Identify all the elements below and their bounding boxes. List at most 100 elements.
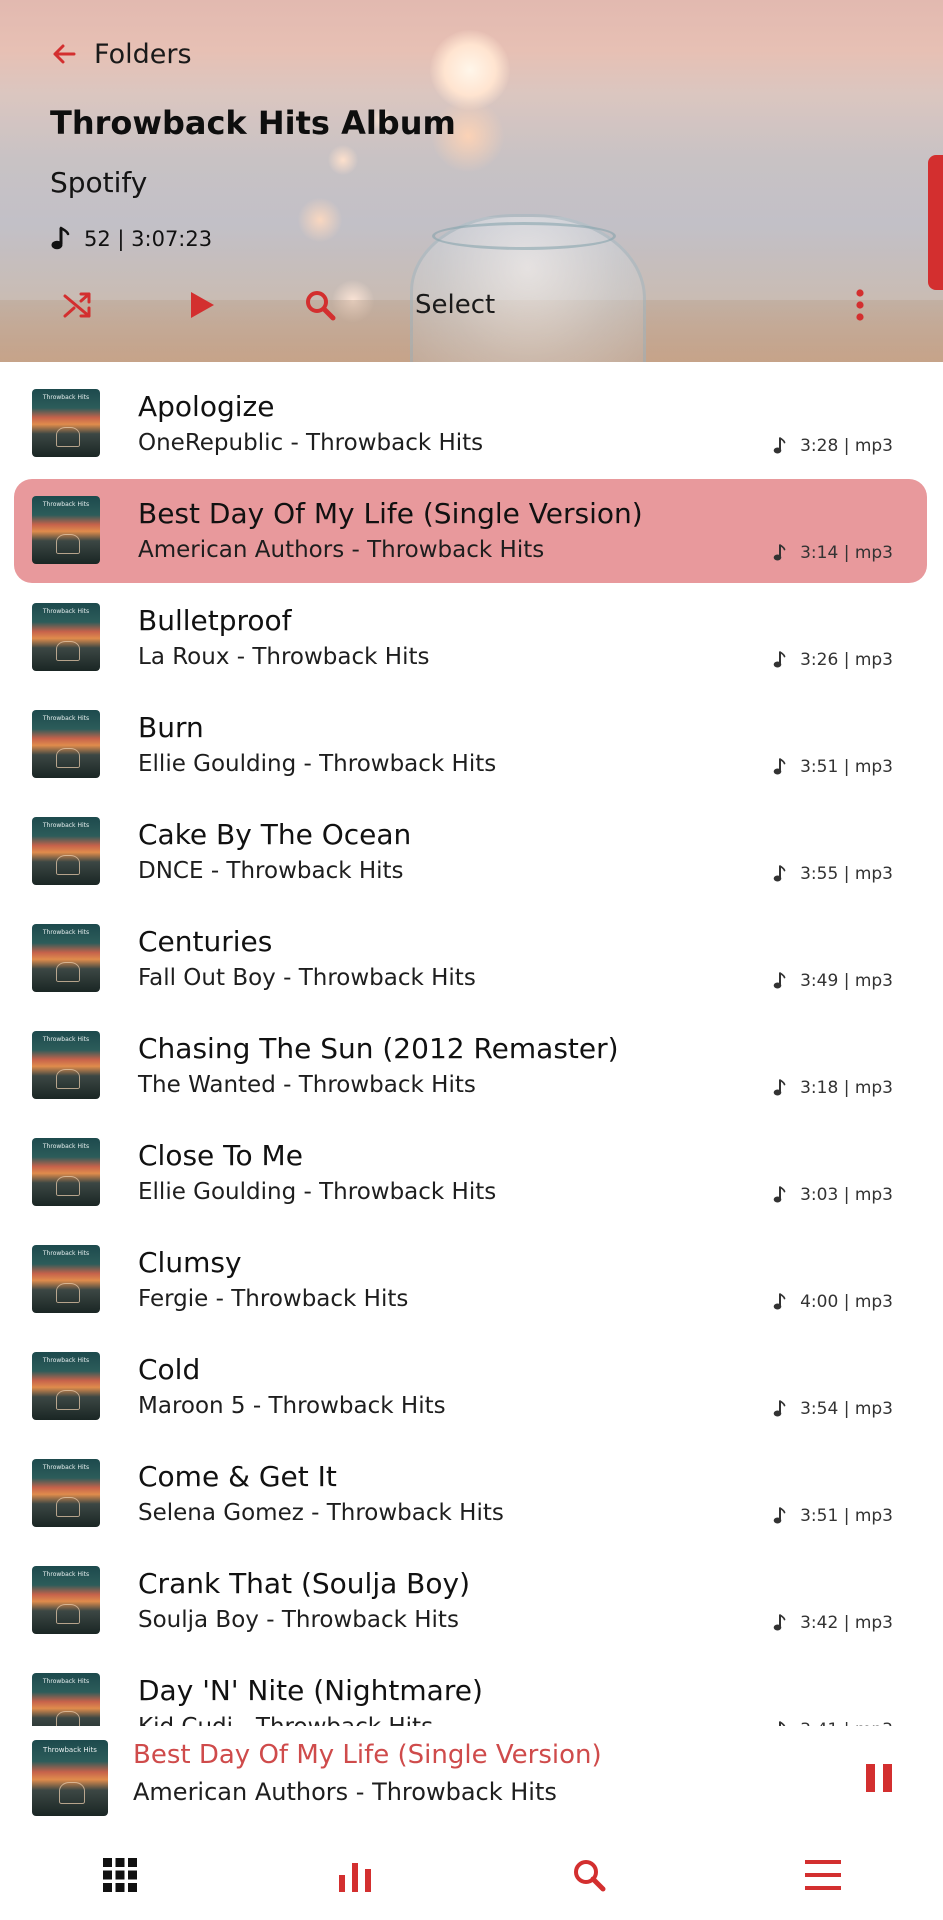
music-note-icon	[773, 1186, 786, 1203]
track-subtitle: American Authors - Throwback Hits	[138, 537, 545, 563]
track-row[interactable]: Throwback Hits Cake By The Ocean DNCE - …	[14, 800, 927, 904]
track-row[interactable]: Throwback Hits Crank That (Soulja Boy) S…	[14, 1549, 927, 1653]
more-options-button[interactable]	[846, 280, 874, 330]
track-duration-format: 3:03 | mp3	[800, 1185, 893, 1205]
album-art-jar	[59, 1782, 85, 1804]
track-row[interactable]: Throwback Hits Burn Ellie Goulding - Thr…	[14, 693, 927, 797]
now-playing-artist: American Authors - Throwback Hits	[133, 1778, 557, 1806]
album-art-label: Throwback Hits	[42, 929, 90, 936]
track-duration-format: 3:55 | mp3	[800, 864, 893, 884]
pause-button[interactable]	[864, 1762, 894, 1794]
track-row[interactable]: Throwback Hits Cold Maroon 5 - Throwback…	[14, 1335, 927, 1439]
back-button[interactable]: Folders	[48, 34, 192, 74]
album-art-thumbnail: Throwback Hits	[32, 389, 100, 457]
album-art-jar	[56, 855, 80, 875]
track-title: Bulletproof	[138, 604, 292, 637]
backdrop-jar-lid	[432, 222, 616, 250]
album-art-thumbnail: Throwback Hits	[32, 924, 100, 992]
track-subtitle: Fergie - Throwback Hits	[138, 1286, 409, 1312]
track-meta: 3:51 | mp3	[773, 1506, 893, 1526]
album-art-label: Throwback Hits	[42, 1250, 90, 1257]
play-all-button[interactable]	[182, 280, 222, 330]
album-art-jar	[56, 962, 80, 982]
album-art-jar	[56, 1283, 80, 1303]
nav-menu[interactable]	[798, 1850, 848, 1900]
album-art-jar	[56, 427, 80, 447]
album-art-thumbnail: Throwback Hits	[32, 1566, 100, 1634]
nav-charts[interactable]	[330, 1850, 380, 1900]
track-row[interactable]: Throwback Hits Chasing The Sun (2012 Rem…	[14, 1014, 927, 1118]
music-note-icon	[773, 1293, 786, 1310]
track-title: Close To Me	[138, 1139, 303, 1172]
track-row[interactable]: Throwback Hits Centuries Fall Out Boy - …	[14, 907, 927, 1011]
select-button[interactable]: Select	[415, 280, 495, 330]
track-duration-format: 4:00 | mp3	[800, 1292, 893, 1312]
track-duration-format: 3:51 | mp3	[800, 1506, 893, 1526]
track-row[interactable]: Throwback Hits Come & Get It Selena Gome…	[14, 1442, 927, 1546]
nav-library[interactable]	[95, 1850, 145, 1900]
arrow-left-icon	[53, 44, 76, 64]
album-title: Throwback Hits Album	[50, 104, 456, 142]
album-art-jar	[56, 1390, 80, 1410]
music-note-icon	[773, 651, 786, 668]
music-note-icon	[773, 1507, 786, 1524]
track-title: Cake By The Ocean	[138, 818, 412, 851]
track-row[interactable]: Throwback Hits Bulletproof La Roux - Thr…	[14, 586, 927, 690]
scroll-indicator[interactable]	[928, 155, 943, 290]
pause-icon	[866, 1764, 892, 1792]
bokeh-light	[328, 145, 358, 175]
track-meta: 3:28 | mp3	[773, 436, 893, 456]
album-header: Folders Throwback Hits Album Spotify 52 …	[0, 0, 943, 362]
album-art-jar	[56, 641, 80, 661]
track-subtitle: La Roux - Throwback Hits	[138, 644, 430, 670]
album-art-thumbnail: Throwback Hits	[32, 1352, 100, 1420]
track-title: Burn	[138, 711, 204, 744]
album-art-label: Throwback Hits	[43, 1746, 97, 1754]
track-subtitle: The Wanted - Throwback Hits	[138, 1072, 476, 1098]
music-note-icon	[773, 972, 786, 989]
album-art-jar	[56, 1497, 80, 1517]
album-art-thumbnail: Throwback Hits	[32, 496, 100, 564]
track-subtitle: Ellie Goulding - Throwback Hits	[138, 1179, 497, 1205]
track-title: Cold	[138, 1353, 201, 1386]
track-subtitle: Soulja Boy - Throwback Hits	[138, 1607, 459, 1633]
album-art-label: Throwback Hits	[42, 715, 90, 722]
music-note-icon	[773, 544, 786, 561]
track-meta: 3:14 | mp3	[773, 543, 893, 563]
search-button[interactable]	[300, 280, 340, 330]
track-duration-format: 3:51 | mp3	[800, 757, 893, 777]
music-note-icon	[773, 1079, 786, 1096]
shuffle-button[interactable]	[58, 280, 98, 330]
track-subtitle: Selena Gomez - Throwback Hits	[138, 1500, 504, 1526]
now-playing-bar[interactable]: Throwback Hits Best Day Of My Life (Sing…	[0, 1726, 943, 1822]
now-playing-art: Throwback Hits	[32, 1740, 108, 1816]
album-art-jar	[56, 1176, 80, 1196]
track-title: Centuries	[138, 925, 273, 958]
music-note-icon	[773, 1614, 786, 1631]
bokeh-light	[430, 30, 510, 110]
album-art-label: Throwback Hits	[42, 1036, 90, 1043]
music-note-icon	[773, 1400, 786, 1417]
now-playing-title: Best Day Of My Life (Single Version)	[133, 1740, 602, 1770]
track-subtitle: Ellie Goulding - Throwback Hits	[138, 751, 497, 777]
menu-icon	[805, 1860, 841, 1890]
track-meta: 3:03 | mp3	[773, 1185, 893, 1205]
track-meta: 3:42 | mp3	[773, 1613, 893, 1633]
music-note-icon	[773, 758, 786, 775]
back-label: Folders	[94, 38, 192, 70]
music-note-icon	[773, 865, 786, 882]
track-title: Clumsy	[138, 1246, 242, 1279]
album-art-label: Throwback Hits	[42, 1357, 90, 1364]
track-subtitle: Fall Out Boy - Throwback Hits	[138, 965, 476, 991]
track-title: Day 'N' Nite (Nightmare)	[138, 1674, 483, 1707]
track-meta: 3:54 | mp3	[773, 1399, 893, 1419]
search-icon	[574, 1860, 606, 1892]
track-row[interactable]: Throwback Hits Close To Me Ellie Gouldin…	[14, 1121, 927, 1225]
album-art-label: Throwback Hits	[42, 1678, 90, 1685]
track-row[interactable]: Throwback Hits Best Day Of My Life (Sing…	[14, 479, 927, 583]
nav-search[interactable]	[564, 1850, 614, 1900]
track-row[interactable]: Throwback Hits Apologize OneRepublic - T…	[14, 372, 927, 476]
track-title: Apologize	[138, 390, 275, 423]
music-note-icon	[51, 226, 70, 250]
track-row[interactable]: Throwback Hits Clumsy Fergie - Throwback…	[14, 1228, 927, 1332]
